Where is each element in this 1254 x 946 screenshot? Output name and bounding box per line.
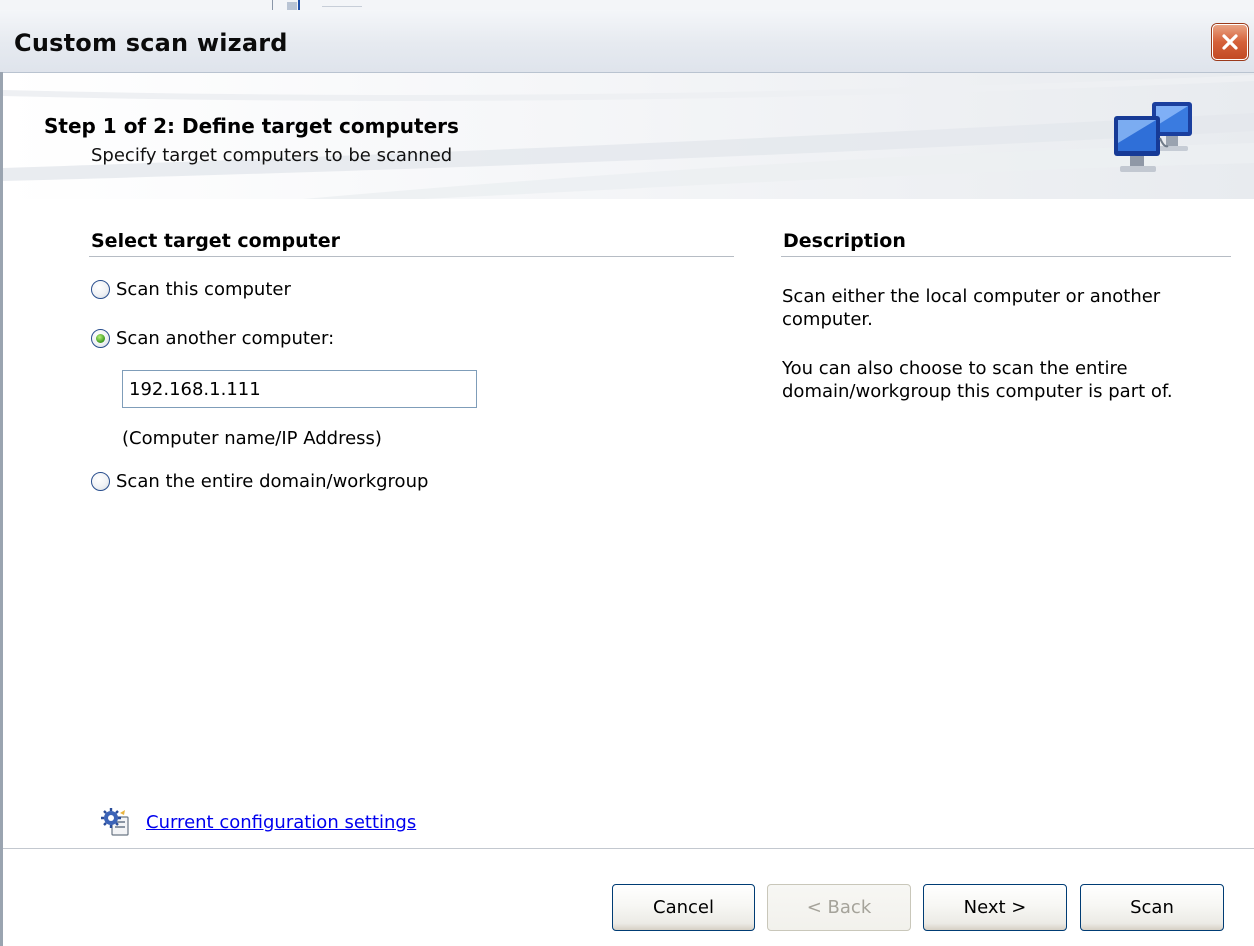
computer-name-input[interactable] bbox=[122, 370, 477, 408]
radio-button[interactable] bbox=[91, 280, 110, 299]
close-icon bbox=[1222, 34, 1238, 50]
description-paragraph-1: Scan either the local computer or anothe… bbox=[782, 286, 1161, 330]
radio-scan-another-computer[interactable]: Scan another computer: bbox=[91, 328, 334, 349]
step-subtitle: Specify target computers to be scanned bbox=[91, 145, 453, 166]
window-left-border bbox=[0, 72, 3, 946]
radio-scan-this-computer[interactable]: Scan this computer bbox=[91, 279, 291, 300]
custom-scan-wizard-dialog: Custom scan wizard Step 1 of 2: Define t… bbox=[0, 10, 1254, 946]
description-paragraph-2: You can also choose to scan the entire d… bbox=[782, 358, 1173, 402]
close-button[interactable] bbox=[1212, 24, 1248, 60]
description-divider bbox=[781, 256, 1231, 257]
scan-button[interactable]: Scan bbox=[1080, 884, 1224, 931]
footer-separator bbox=[3, 848, 1254, 849]
current-configuration-link[interactable]: Current configuration settings bbox=[146, 812, 416, 833]
radio-scan-domain-workgroup[interactable]: Scan the entire domain/workgroup bbox=[91, 471, 428, 492]
back-button[interactable]: < Back bbox=[767, 884, 911, 931]
radio-label: Scan this computer bbox=[116, 279, 291, 300]
settings-icon bbox=[101, 808, 129, 836]
title-bar: Custom scan wizard bbox=[0, 10, 1254, 73]
radio-button-selected[interactable] bbox=[91, 329, 110, 348]
select-target-heading: Select target computer bbox=[91, 230, 340, 252]
select-target-divider bbox=[89, 256, 734, 257]
radio-label: Scan another computer: bbox=[116, 328, 335, 349]
configuration-link-row[interactable]: Current configuration settings bbox=[100, 807, 416, 837]
step-title: Step 1 of 2: Define target computers bbox=[44, 114, 459, 138]
computer-input-hint: (Computer name/IP Address) bbox=[122, 428, 382, 449]
window-title: Custom scan wizard bbox=[14, 29, 288, 57]
cancel-button[interactable]: Cancel bbox=[612, 884, 755, 931]
network-computers-icon bbox=[1114, 102, 1192, 172]
description-heading: Description bbox=[783, 230, 906, 252]
radio-button[interactable] bbox=[91, 472, 110, 491]
next-button[interactable]: Next > bbox=[923, 884, 1067, 931]
wizard-header: Step 1 of 2: Define target computers Spe… bbox=[3, 73, 1254, 199]
radio-label: Scan the entire domain/workgroup bbox=[116, 471, 429, 492]
radio-selected-dot bbox=[96, 334, 105, 343]
